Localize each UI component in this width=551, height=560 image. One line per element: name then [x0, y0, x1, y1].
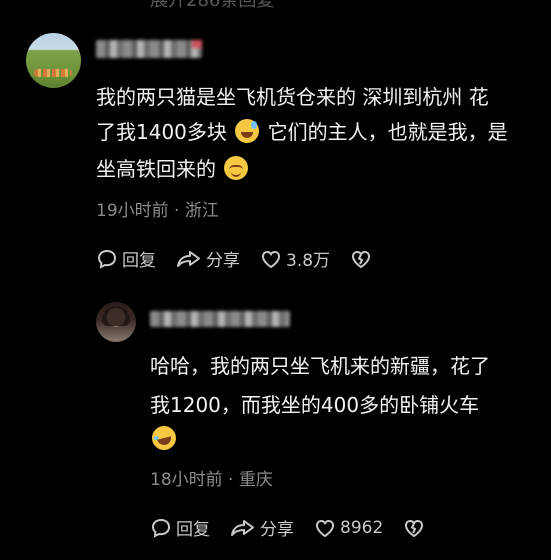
reply-bubble-icon	[151, 518, 171, 538]
rofl-emoji-icon	[149, 423, 179, 453]
reply-label: 回复	[176, 520, 210, 540]
share-button[interactable]: 分享	[176, 246, 240, 271]
reply-bubble-icon	[97, 249, 117, 269]
comment-meta: 19小时前 · 浙江	[96, 201, 219, 221]
comment-text-segment: 坐高铁回来的	[96, 157, 216, 181]
comment-text-line: 我1200，而我坐的400多的卧铺火车	[150, 393, 480, 417]
avatar[interactable]	[96, 302, 136, 342]
comment-text-line: 了我1400多块 它们的主人，也就是我，是	[96, 115, 508, 149]
broken-heart-icon	[405, 519, 424, 537]
comment-text-line: 我的两只猫是坐飞机货仓来的 深圳到杭州 花	[96, 85, 489, 109]
smirk-emoji-icon	[224, 156, 249, 180]
heart-outline-icon	[261, 250, 281, 268]
comment-text-line	[149, 422, 179, 456]
expand-replies-text[interactable]: 展开286条回复	[150, 0, 274, 12]
share-arrow-icon	[177, 250, 200, 267]
heart-outline-icon	[315, 519, 335, 537]
broken-heart-icon	[352, 250, 371, 268]
comment-text-line: 哈哈，我的两只坐飞机来的新疆，花了	[150, 354, 490, 378]
dislike-button[interactable]	[403, 517, 425, 539]
like-count: 8962	[340, 517, 384, 538]
share-arrow-icon	[231, 519, 254, 536]
share-label: 分享	[260, 520, 294, 540]
comment-meta: 18小时前 · 重庆	[150, 470, 273, 490]
share-label: 分享	[206, 251, 240, 271]
comment-text-segment: 了我1400多块	[96, 120, 227, 144]
reply-button[interactable]: 回复	[96, 246, 156, 271]
sweat-smile-emoji-icon	[235, 119, 260, 143]
share-button[interactable]: 分享	[230, 515, 294, 540]
comment-actions: 回复 分享 8962	[150, 515, 425, 540]
like-button[interactable]: 8962	[314, 517, 383, 539]
username-blurred[interactable]	[150, 311, 290, 327]
dislike-button[interactable]	[350, 248, 372, 270]
comment-actions: 回复 分享 3.8万	[96, 246, 372, 271]
like-button[interactable]: 3.8万	[260, 246, 330, 271]
reply-button[interactable]: 回复	[150, 515, 210, 540]
username-blurred[interactable]	[96, 40, 202, 58]
reply-label: 回复	[122, 251, 156, 271]
avatar[interactable]	[26, 33, 81, 88]
comment-text-segment: 它们的主人，也就是我，是	[267, 120, 508, 144]
comment-text-line: 坐高铁回来的	[96, 152, 250, 186]
like-count: 3.8万	[286, 251, 331, 271]
